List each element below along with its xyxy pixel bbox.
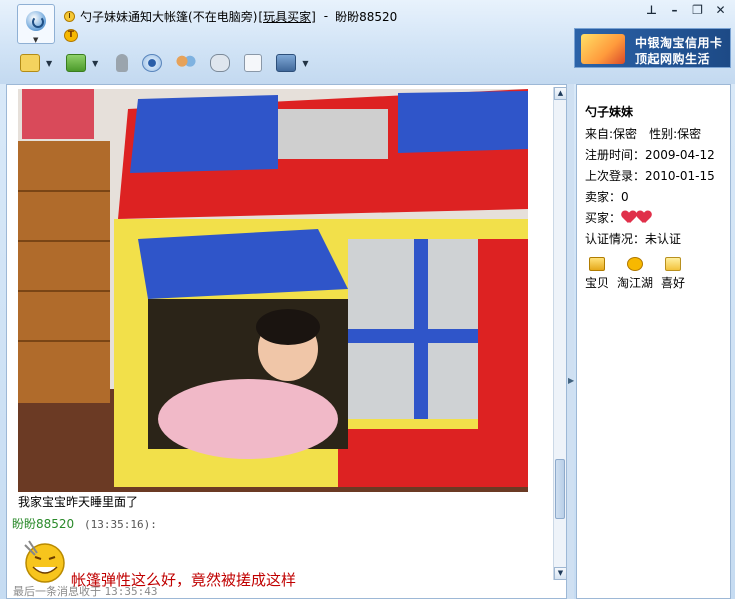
last-login-label: 上次登录：: [585, 169, 646, 183]
seller-label: 卖家：: [585, 190, 622, 204]
credit-card-icon: [581, 34, 625, 64]
chevron-right-icon[interactable]: ▶: [568, 376, 574, 385]
message-icon: [20, 54, 40, 72]
origin-label: 来自:: [585, 127, 614, 141]
message-button[interactable]: ▼: [20, 54, 52, 72]
ad-line-1: 中银淘宝信用卡: [635, 36, 723, 50]
contact-name[interactable]: 勺子妹妹通知大帐篷: [80, 8, 188, 25]
contact-status: (不在电脑旁): [188, 9, 258, 24]
window-controls: ⊥ – ❐ ✕: [645, 4, 727, 17]
title-bar: ▼ 勺子妹妹通知大帐篷 (不在电脑旁) [玩具买家] - 盼盼88520 T ⊥…: [0, 0, 735, 84]
send-file-button[interactable]: ▼: [66, 54, 98, 72]
favorites-icon: [665, 257, 682, 271]
heart-icon: [637, 211, 651, 223]
origin-value: 保密: [613, 127, 638, 141]
chat-toolbar: ▼ ▼ ▼: [20, 50, 322, 76]
chat-scrollbar[interactable]: ▲ ▼: [553, 87, 567, 580]
profile-origin-row: 来自:保密 性别:保密: [585, 125, 730, 146]
video-icon: [142, 54, 163, 72]
profile-last-login-row: 上次登录：2010-01-15: [585, 167, 730, 188]
clock-icon: [64, 10, 75, 22]
items-label: 宝贝: [585, 276, 610, 290]
buyer-label: 买家：: [585, 211, 622, 225]
chevron-down-icon[interactable]: ▼: [46, 59, 52, 68]
minimize-icon[interactable]: –: [668, 4, 681, 17]
voice-button[interactable]: [112, 54, 129, 72]
profile-cert-row: 认证情况：未认证: [585, 230, 730, 251]
registered-value: 2009-04-12: [645, 148, 715, 162]
panel-splitter[interactable]: ▶: [567, 84, 574, 599]
photo-caption: 我家宝宝昨天睡里面了: [18, 495, 139, 509]
self-name: 盼盼88520: [335, 9, 398, 24]
chat-history[interactable]: 我家宝宝昨天睡里面了 盼盼88520 (13:35:16): 帐篷弹性这么好，竟…: [6, 84, 567, 599]
contact-profile-panel: 勺子妹妹 来自:保密 性别:保密 注册时间：2009-04-12 上次登录：201…: [576, 84, 731, 599]
profile-buyer-row: 买家：: [585, 209, 730, 230]
game-button[interactable]: [210, 54, 231, 72]
game-icon: [210, 54, 231, 72]
chevron-down-icon[interactable]: ▼: [302, 59, 308, 68]
last-message-label: 最后一条消息收于: [13, 585, 101, 598]
scroll-up-icon[interactable]: ▲: [554, 87, 567, 100]
app-icon: [276, 54, 297, 72]
taojianghu-label: 淘江湖: [617, 276, 654, 290]
wangwang-icon: [26, 11, 46, 31]
credit-card-ad[interactable]: 中银淘宝信用卡 顶起网购生活: [574, 28, 731, 68]
document-icon: [244, 54, 263, 72]
pin-icon[interactable]: ⊥: [645, 4, 658, 17]
video-button[interactable]: [142, 54, 163, 72]
message-header: 盼盼88520 (13:35:16):: [12, 515, 157, 532]
profile-seller-row: 卖家：0: [585, 188, 730, 209]
voice-icon: [116, 54, 129, 72]
scroll-down-icon[interactable]: ▼: [554, 567, 567, 580]
group-button[interactable]: [176, 54, 197, 72]
message-time: (13:35:16):: [84, 518, 157, 531]
message-sender[interactable]: 盼盼88520: [12, 517, 74, 531]
gender-value: 保密: [677, 127, 702, 141]
app-button[interactable]: ▼: [276, 54, 308, 72]
favorites-link[interactable]: 喜好: [661, 257, 685, 291]
contact-avatar[interactable]: ▼: [17, 4, 55, 44]
items-link[interactable]: 宝贝: [585, 257, 609, 291]
taojianghu-link[interactable]: 淘江湖: [617, 257, 653, 291]
registered-label: 注册时间：: [585, 148, 646, 162]
laughing-emoticon-icon: [24, 540, 65, 583]
group-icon: [176, 54, 197, 72]
chevron-down-icon[interactable]: ▼: [33, 36, 38, 44]
cert-label: 认证情况：: [585, 232, 646, 246]
seller-value: 0: [621, 190, 629, 204]
profile-registered-row: 注册时间：2009-04-12: [585, 146, 730, 167]
ad-line-2: 顶起网购生活: [635, 52, 711, 66]
profile-links: 宝贝 淘江湖 喜好: [585, 257, 730, 291]
chat-title: 勺子妹妹通知大帐篷 (不在电脑旁) [玩具买家] - 盼盼88520: [64, 8, 397, 24]
scroll-thumb[interactable]: [555, 459, 565, 519]
title-separator: -: [323, 9, 329, 23]
last-message-time: 13:35:43: [104, 585, 158, 598]
restore-icon[interactable]: ❐: [691, 4, 704, 17]
taojianghu-icon: [627, 257, 644, 271]
document-button[interactable]: [244, 54, 263, 72]
cert-value: 未认证: [645, 232, 682, 246]
profile-name[interactable]: 勺子妹妹: [585, 103, 730, 120]
close-icon[interactable]: ✕: [714, 4, 727, 17]
last-message-status: 最后一条消息收于 13:35:43: [13, 583, 157, 599]
taobao-status-icon[interactable]: T: [64, 29, 78, 42]
items-icon: [589, 257, 605, 271]
heart-icon: [622, 211, 636, 223]
favorites-label: 喜好: [661, 276, 686, 290]
gender-label: 性别:: [649, 127, 678, 141]
shared-photo[interactable]: [18, 89, 528, 492]
last-login-value: 2010-01-15: [645, 169, 715, 183]
chevron-down-icon[interactable]: ▼: [92, 59, 98, 68]
shop-link[interactable]: [玩具买家]: [258, 8, 315, 25]
send-file-icon: [66, 54, 87, 72]
